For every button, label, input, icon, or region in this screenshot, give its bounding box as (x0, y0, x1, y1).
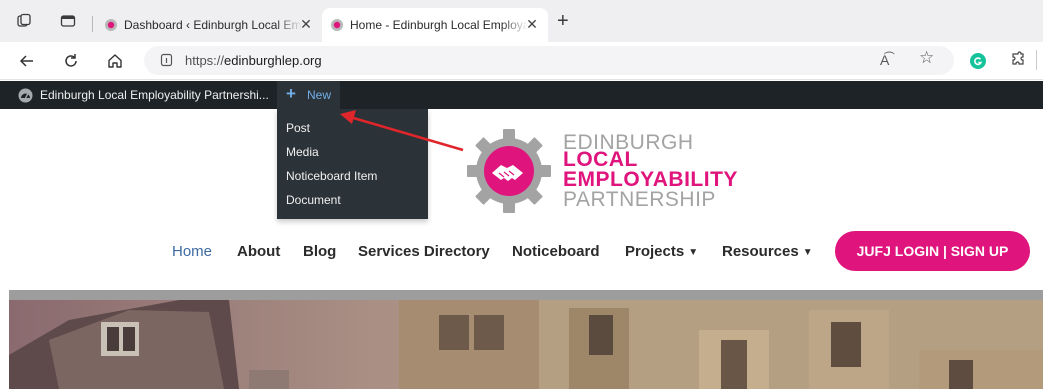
hero-top-band (9, 290, 1043, 300)
tab-title: Dashboard ‹ Edinburgh Local Emp (124, 18, 302, 32)
nav-services-directory[interactable]: Services Directory (358, 243, 490, 261)
url-domain: edinburghlep.org (224, 53, 322, 68)
site-favicon-icon (105, 19, 117, 31)
nav-projects[interactable]: Projects ▼ (625, 243, 698, 263)
hero-image (9, 300, 1043, 389)
tab-dashboard[interactable]: Dashboard ‹ Edinburgh Local Emp ✕ (96, 8, 322, 42)
browser-tab-strip: Dashboard ‹ Edinburgh Local Emp ✕ Home -… (0, 0, 1043, 42)
menu-item-media[interactable]: Media (286, 145, 319, 159)
nav-blog[interactable]: Blog (303, 243, 336, 261)
workspaces-icon[interactable] (16, 13, 32, 29)
toolbar-divider (1036, 50, 1037, 70)
logo-text-employability: EMPLOYABILITY (563, 168, 738, 191)
tab-actions-icon[interactable] (60, 13, 76, 29)
home-icon[interactable] (104, 50, 126, 72)
browser-toolbar: https://edinburghlep.org A͡ ☆ (0, 42, 1043, 80)
favorite-star-icon[interactable]: ☆ (919, 49, 934, 66)
wp-new-dropdown-menu: Post Media Noticeboard Item Document (277, 109, 428, 219)
caret-down-icon: ▼ (802, 247, 813, 258)
nav-resources[interactable]: Resources ▼ (722, 243, 813, 263)
logo-text-local: LOCAL (563, 148, 638, 171)
nav-about[interactable]: About (237, 243, 280, 261)
nav-home[interactable]: Home (172, 243, 212, 261)
close-tab-icon[interactable]: ✕ (298, 16, 314, 32)
menu-item-post[interactable]: Post (286, 121, 310, 135)
logo-text-partnership: PARTNERSHIP (563, 188, 716, 211)
menu-item-document[interactable]: Document (286, 193, 341, 207)
url-text: https://edinburghlep.org (185, 53, 322, 68)
wp-new-content-button[interactable]: + New (277, 81, 340, 109)
grammarly-extension-icon[interactable] (970, 53, 986, 69)
dashboard-gauge-icon (18, 88, 33, 103)
nav-noticeboard[interactable]: Noticeboard (512, 243, 600, 261)
site-info-icon[interactable] (160, 53, 173, 67)
nav-projects-label: Projects (625, 243, 685, 260)
tab-separator (92, 16, 93, 32)
new-tab-button[interactable]: + (557, 11, 569, 31)
wp-site-name-link[interactable]: Edinburgh Local Employability Partnershi… (40, 88, 269, 102)
caret-down-icon: ▼ (688, 247, 699, 258)
read-aloud-icon[interactable]: A͡ (880, 52, 889, 68)
tab-title: Home - Edinburgh Local Employa (350, 18, 528, 32)
nav-resources-label: Resources (722, 243, 799, 260)
address-bar[interactable]: https://edinburghlep.org A͡ ☆ (144, 46, 954, 75)
tab-home[interactable]: Home - Edinburgh Local Employa ✕ (322, 8, 548, 42)
elep-logo-icon[interactable] (466, 128, 552, 214)
extensions-icon[interactable] (1010, 51, 1026, 72)
wp-admin-bar: Edinburgh Local Employability Partnershi… (0, 81, 1043, 109)
url-scheme: https:// (185, 53, 225, 68)
site-favicon-icon (331, 19, 343, 31)
wp-new-label: New (307, 88, 332, 102)
close-tab-icon[interactable]: ✕ (524, 16, 540, 32)
login-signup-button[interactable]: JUFJ LOGIN | SIGN UP (835, 231, 1030, 271)
refresh-icon[interactable] (60, 50, 82, 72)
back-icon[interactable] (16, 50, 38, 72)
menu-item-noticeboard-item[interactable]: Noticeboard Item (286, 169, 377, 183)
plus-icon: + (286, 84, 296, 103)
